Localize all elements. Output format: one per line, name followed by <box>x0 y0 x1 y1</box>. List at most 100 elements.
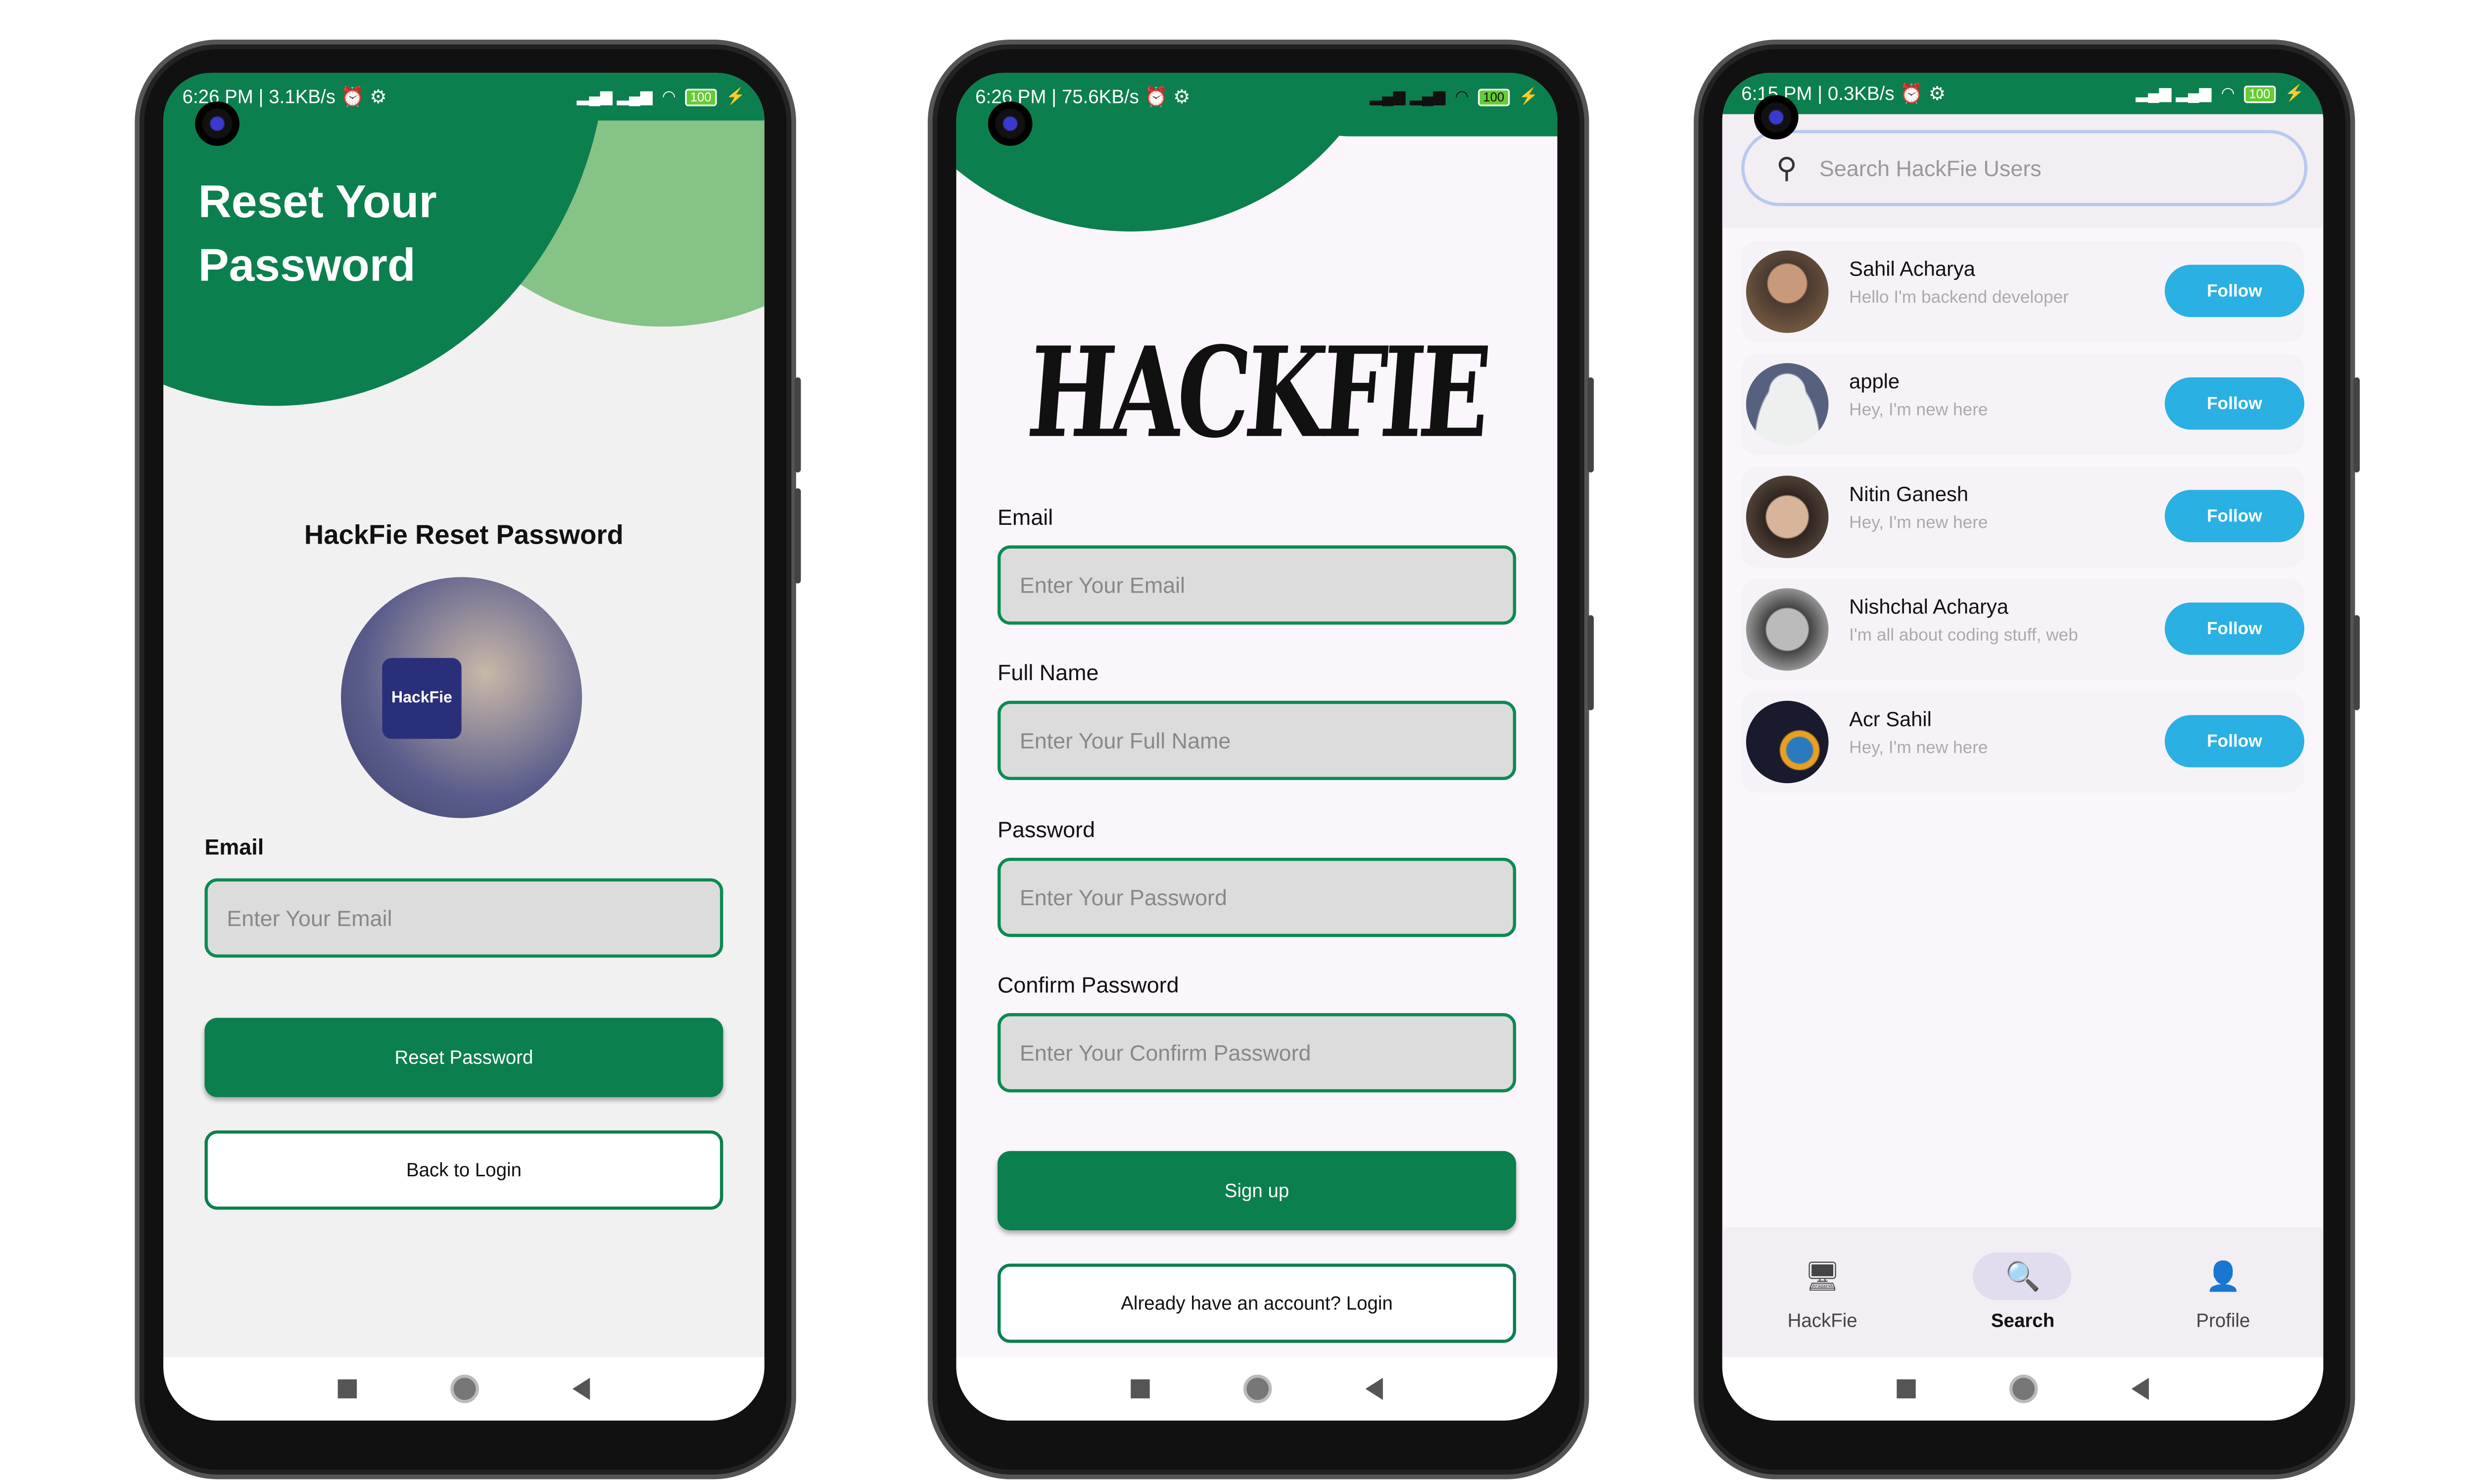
follow-button[interactable]: Follow <box>2164 490 2305 543</box>
confirm-password-label: Confirm Password <box>998 972 1179 998</box>
recents-button[interactable] <box>1130 1379 1149 1398</box>
user-bio: Hey, I'm new here <box>1849 513 1988 533</box>
avatar <box>1746 588 1829 671</box>
search-placeholder: Search HackFie Users <box>1819 155 2042 181</box>
status-bar: 6:26 PM | 3.1KB/s ⏰ ⚙ ▂▄▆ ▂▄▆ ◠ 100 ⚡ <box>163 73 764 121</box>
user-row[interactable]: Nitin Ganesh Hey, I'm new here Follow <box>1741 466 2305 568</box>
wifi-icon: ◠ <box>2221 85 2235 102</box>
signal-icon: ▂▄▆ ▂▄▆ <box>1370 88 1446 106</box>
user-row[interactable]: Nishchal Acharya I'm all about coding st… <box>1741 578 2305 680</box>
reset-illustration: HackFie <box>341 577 582 818</box>
status-speed: 3.1KB/s <box>269 86 335 108</box>
confirm-password-input[interactable]: Enter Your Confirm Password <box>998 1013 1517 1093</box>
recents-button[interactable] <box>1896 1379 1915 1398</box>
avatar <box>1746 700 1829 784</box>
back-button[interactable] <box>2132 1378 2149 1400</box>
battery-icon: 100 <box>1478 88 1509 106</box>
reset-password-button[interactable]: Reset Password <box>204 1018 723 1097</box>
tab-label: HackFie <box>1787 1309 1857 1332</box>
email-input[interactable]: Enter Your Email <box>998 545 1517 625</box>
screen: 6:26 PM | 3.1KB/s ⏰ ⚙ ▂▄▆ ▂▄▆ ◠ 100 ⚡ Reset… <box>163 73 764 1421</box>
volume-button <box>1587 377 1594 473</box>
email-label: Email <box>204 834 264 860</box>
home-button[interactable] <box>450 1374 479 1403</box>
user-name: apple <box>1849 369 1900 393</box>
tab-label: Search <box>1991 1309 2055 1332</box>
power-button <box>1587 615 1594 710</box>
signal-icon: ▂▄▆ ▂▄▆ <box>2136 85 2212 102</box>
signup-button[interactable]: Sign up <box>998 1151 1517 1231</box>
user-row[interactable]: Sahil Acharya Hello I'm backend develope… <box>1741 241 2305 343</box>
back-button[interactable] <box>1366 1378 1383 1400</box>
recents-button[interactable] <box>337 1379 357 1398</box>
user-name: Nishchal Acharya <box>1849 594 2009 618</box>
phone-signup: 6:26 PM | 75.6KB/s ⏰ ⚙ ▂▄▆ ▂▄▆ ◠ 100 ⚡ HACK… <box>927 40 1594 1480</box>
back-to-login-button[interactable]: Back to Login <box>204 1130 723 1210</box>
system-nav-bar <box>1722 1357 2324 1421</box>
user-name: Sahil Acharya <box>1849 257 1975 281</box>
tab-search[interactable]: 🔍 Search <box>1959 1252 2086 1332</box>
page-title: Reset Your Password <box>198 171 437 298</box>
system-nav-bar <box>956 1357 1558 1421</box>
status-speed: 75.6KB/s <box>1061 86 1139 108</box>
camera-cutout <box>988 101 1033 146</box>
power-button <box>2353 615 2360 710</box>
title-line-1: Reset Your <box>198 177 437 229</box>
search-code-icon: 🔍 <box>1973 1252 2072 1300</box>
user-row[interactable]: Acr Sahil Hey, I'm new here Follow <box>1741 691 2305 793</box>
avatar <box>1746 250 1829 333</box>
user-name: Nitin Ganesh <box>1849 482 1969 506</box>
email-label: Email <box>998 504 1053 530</box>
follow-button[interactable]: Follow <box>2164 265 2305 318</box>
wifi-icon: ◠ <box>662 88 676 106</box>
battery-icon: 100 <box>2244 85 2275 102</box>
phone-reset-password: 6:26 PM | 3.1KB/s ⏰ ⚙ ▂▄▆ ▂▄▆ ◠ 100 ⚡ Reset… <box>135 40 801 1480</box>
hacker-profile-icon: 👤 <box>2205 1259 2241 1292</box>
user-row[interactable]: apple Hey, I'm new here Follow <box>1741 353 2305 455</box>
full-name-input[interactable]: Enter Your Full Name <box>998 700 1517 780</box>
screen: 6:15 PM | 0.3KB/s ⏰ ⚙ ▂▄▆ ▂▄▆ ◠ 100 ⚡ ⚲ Sea… <box>1722 73 2324 1421</box>
subtitle: HackFie Reset Password <box>304 520 624 551</box>
login-link-button[interactable]: Already have an account? Login <box>998 1263 1517 1343</box>
search-icon: ⚲ <box>1776 151 1797 184</box>
tab-profile[interactable]: 👤 Profile <box>2160 1252 2286 1332</box>
full-name-label: Full Name <box>998 659 1099 685</box>
bottom-tab-bar: 🖥 HackFie 🔍 Search 👤 Profile <box>1722 1227 2324 1357</box>
status-bar: 6:15 PM | 0.3KB/s ⏰ ⚙ ▂▄▆ ▂▄▆ ◠ 100 ⚡ <box>1722 73 2324 114</box>
camera-cutout <box>195 101 239 146</box>
wifi-icon: ◠ <box>1455 88 1469 106</box>
camera-cutout <box>1754 95 1799 140</box>
screen: 6:26 PM | 75.6KB/s ⏰ ⚙ ▂▄▆ ▂▄▆ ◠ 100 ⚡ HACK… <box>956 73 1558 1421</box>
home-button[interactable] <box>1243 1374 1272 1403</box>
status-speed: 0.3KB/s <box>1827 82 1895 105</box>
status-bar: 6:26 PM | 75.6KB/s ⏰ ⚙ ▂▄▆ ▂▄▆ ◠ 100 ⚡ <box>975 86 1538 108</box>
user-bio: I'm all about coding stuff, web <box>1849 626 2078 646</box>
system-nav-bar <box>163 1357 764 1421</box>
follow-button[interactable]: Follow <box>2164 715 2305 768</box>
user-bio: Hey, I'm new here <box>1849 739 1988 758</box>
password-label: Password <box>998 816 1095 842</box>
email-input[interactable]: Enter Your Email <box>204 878 723 958</box>
tab-label: Profile <box>2196 1309 2250 1332</box>
phone-search-users: 6:15 PM | 0.3KB/s ⏰ ⚙ ▂▄▆ ▂▄▆ ◠ 100 ⚡ ⚲ Sea… <box>1694 40 2360 1480</box>
avatar <box>1746 475 1829 558</box>
search-input[interactable]: ⚲ Search HackFie Users <box>1741 130 2308 206</box>
volume-button <box>794 377 801 473</box>
illustration-text: HackFie <box>381 657 462 738</box>
back-button[interactable] <box>573 1378 591 1400</box>
password-input[interactable]: Enter Your Password <box>998 857 1517 937</box>
monitor-icon: 🖥 <box>1804 1259 1841 1292</box>
volume-button <box>2353 377 2360 473</box>
signal-icon: ▂▄▆ ▂▄▆ <box>576 88 653 106</box>
follow-button[interactable]: Follow <box>2164 602 2305 655</box>
avatar <box>1746 363 1829 446</box>
home-button[interactable] <box>2009 1374 2038 1403</box>
hackfie-logo: HACKFIE <box>1023 320 1491 466</box>
user-name: Acr Sahil <box>1849 707 1932 731</box>
tab-hackfie[interactable]: 🖥 HackFie <box>1759 1252 1886 1332</box>
follow-button[interactable]: Follow <box>2164 377 2305 430</box>
user-bio: Hello I'm backend developer <box>1849 288 2069 308</box>
battery-icon: 100 <box>685 88 716 106</box>
user-bio: Hey, I'm new here <box>1849 401 1988 420</box>
power-button <box>794 488 801 584</box>
